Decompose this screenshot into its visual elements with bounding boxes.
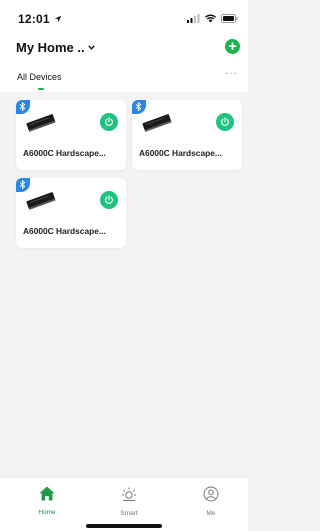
device-card[interactable]: A6000C Hardscape... — [16, 100, 126, 170]
status-icons — [187, 12, 238, 24]
status-bar: 12:01 — [0, 0, 248, 36]
tab-all-devices[interactable]: All Devices — [17, 72, 62, 82]
nav-item-me[interactable]: Me — [191, 486, 231, 517]
chevron-down-icon — [87, 45, 95, 50]
power-icon — [105, 117, 113, 126]
power-button[interactable] — [100, 113, 118, 131]
location-arrow-icon — [55, 15, 62, 23]
tab-active-indicator — [38, 88, 44, 90]
sun-icon — [122, 487, 136, 501]
device-name: A6000C Hardscape... — [23, 226, 106, 236]
nav-label-me: Me — [206, 510, 216, 517]
tab-all-devices-label: All Devices — [17, 72, 62, 82]
device-card[interactable]: A6000C Hardscape... — [132, 100, 242, 170]
nav-label-home: Home — [38, 509, 56, 516]
cellular-signal-icon — [187, 13, 200, 23]
device-image — [26, 192, 56, 210]
device-card[interactable]: A6000C Hardscape... — [16, 178, 126, 248]
bluetooth-icon — [19, 102, 26, 111]
home-selector[interactable]: My Home .. — [16, 40, 95, 55]
header: My Home .. + — [0, 36, 248, 64]
power-button[interactable] — [100, 191, 118, 209]
room-tabs: All Devices ··· — [0, 64, 248, 92]
nav-item-home[interactable]: Home — [27, 486, 67, 516]
bluetooth-icon — [19, 180, 26, 189]
plus-icon: + — [228, 38, 237, 55]
add-device-button[interactable]: + — [225, 39, 240, 54]
user-icon — [203, 486, 219, 502]
home-indicator — [86, 524, 162, 528]
bluetooth-icon — [135, 102, 142, 111]
status-time: 12:01 — [18, 12, 62, 26]
device-image — [142, 114, 172, 132]
power-button[interactable] — [216, 113, 234, 131]
device-name: A6000C Hardscape... — [139, 148, 222, 158]
device-name: A6000C Hardscape... — [23, 148, 106, 158]
status-time-text: 12:01 — [18, 12, 50, 26]
nav-label-smart: Smart — [120, 510, 138, 517]
nav-item-smart[interactable]: Smart — [109, 486, 149, 517]
power-icon — [221, 117, 229, 126]
device-image — [26, 114, 56, 132]
battery-icon — [221, 13, 238, 23]
more-icon[interactable]: ··· — [225, 68, 238, 79]
power-icon — [105, 195, 113, 204]
wifi-icon — [205, 14, 216, 22]
home-title: My Home .. — [16, 40, 85, 55]
home-icon — [39, 486, 55, 501]
